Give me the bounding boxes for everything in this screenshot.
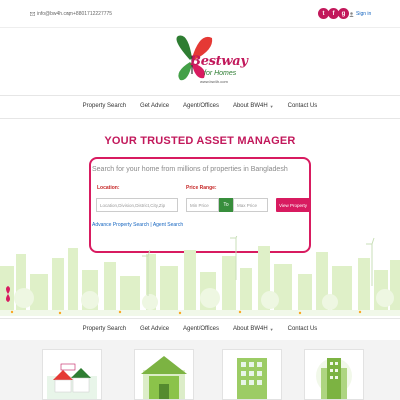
nav2-divider-top <box>0 318 400 319</box>
nav-about-bw4h[interactable]: About BW4H ▼ <box>226 101 281 111</box>
nav2-agent-offices[interactable]: Agent/Offices <box>176 324 226 334</box>
link-separator: | <box>150 222 152 228</box>
nav-property-search[interactable]: Property Search <box>76 101 133 111</box>
building-icon <box>237 358 267 399</box>
brand-url: www.bw4h.com <box>200 79 228 84</box>
location-input[interactable]: Location,Division,District,City,Zip <box>96 198 178 212</box>
feature-card-agent[interactable] <box>222 349 282 400</box>
search-title: Search for your home from millions of pr… <box>92 166 288 173</box>
google-plus-icon[interactable]: g <box>338 8 349 19</box>
tower-icon <box>316 358 352 399</box>
price-range-label: Price Range: <box>186 185 217 191</box>
user-icon <box>349 11 354 17</box>
chevron-down-icon: ▼ <box>269 103 274 109</box>
brand-tagline: for Homes <box>204 70 237 77</box>
feature-card-property[interactable] <box>42 349 102 400</box>
nav-divider-top <box>0 95 400 96</box>
max-price-input[interactable]: Max Price <box>233 198 268 212</box>
advanced-search-link[interactable]: Advance Property Search <box>92 222 149 228</box>
nav-agent-offices[interactable]: Agent/Offices <box>176 101 226 111</box>
nav-get-advice[interactable]: Get Advice <box>133 101 176 111</box>
phone-contact[interactable]: +8801712227775 <box>66 11 112 17</box>
to-separator: To <box>219 198 233 212</box>
phone-text: +8801712227775 <box>73 11 113 17</box>
houses-icon <box>47 363 97 399</box>
brand-name: Bestway <box>190 54 248 69</box>
nav2-about-bw4h[interactable]: About BW4H ▼ <box>226 324 281 334</box>
feature-card-advice[interactable] <box>134 349 194 400</box>
mail-icon <box>30 12 35 16</box>
view-property-button[interactable]: View Property <box>276 198 310 212</box>
feature-card-about[interactable] <box>304 349 364 400</box>
green-house-icon <box>141 356 187 399</box>
page-headline: YOUR TRUSTED ASSET MANAGER <box>104 135 296 147</box>
nav2-property-search[interactable]: Property Search <box>76 324 133 334</box>
signin-label: Sign in <box>356 11 372 17</box>
nav2-get-advice[interactable]: Get Advice <box>133 324 176 334</box>
min-price-input[interactable]: Min Price <box>186 198 219 212</box>
phone-icon <box>67 12 70 16</box>
signin-link[interactable]: Sign in <box>349 11 371 17</box>
city-skyline-illustration <box>0 236 400 316</box>
secondary-nav: Property Search Get Advice Agent/Offices… <box>0 324 400 334</box>
location-label: Location: <box>97 185 120 191</box>
primary-nav: Property Search Get Advice Agent/Offices… <box>0 101 400 111</box>
search-links: Advance Property Search | Agent Search <box>92 222 183 228</box>
nav-contact-us[interactable]: Contact Us <box>281 101 325 111</box>
chevron-down-icon: ▼ <box>269 326 274 332</box>
agent-search-link[interactable]: Agent Search <box>153 222 183 228</box>
nav2-contact-us[interactable]: Contact Us <box>281 324 325 334</box>
top-bar: info@bw4h.com +8801712227775 t f g Sign … <box>0 0 400 28</box>
nav-divider-bottom <box>0 118 400 119</box>
